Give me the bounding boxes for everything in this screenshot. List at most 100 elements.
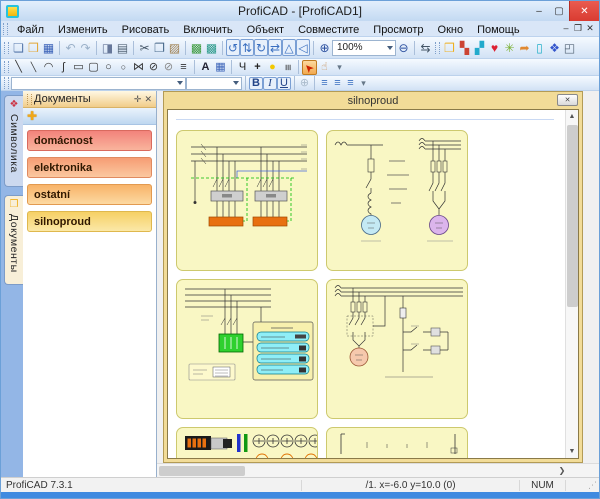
pin-icon[interactable]: ✛ — [134, 95, 142, 104]
toolbar-overflow-button[interactable]: ▾ — [357, 77, 370, 90]
mdi-horizontal-scrollbar[interactable]: ❯ — [157, 463, 599, 477]
paste-button[interactable]: ▨ — [167, 39, 182, 56]
zoom-out-button[interactable]: ⊖ — [396, 39, 411, 56]
menu-item-edit[interactable]: Изменить — [51, 24, 115, 36]
schematic-page-5[interactable] — [176, 427, 318, 459]
rotate-90-button[interactable]: ⇄ — [268, 39, 282, 56]
page-settings-button[interactable]: ⇆ — [418, 39, 433, 56]
scroll-up-icon[interactable]: ▲ — [566, 110, 578, 123]
wiring-button[interactable]: ▞ — [472, 39, 487, 56]
style-picker-button[interactable]: ⊕ — [298, 77, 311, 90]
child-window-title-bar[interactable]: silnoproud ✕ — [164, 92, 582, 109]
minimize-button[interactable]: – — [529, 1, 549, 21]
mirror-button[interactable]: ◁ — [296, 39, 310, 56]
font-family-combo[interactable] — [11, 77, 186, 90]
toolbar-grip[interactable] — [4, 42, 9, 54]
menu-item-help[interactable]: Помощь — [470, 24, 527, 36]
schematic-page-6[interactable] — [326, 427, 468, 459]
toolbar-overflow-button[interactable]: ▾ — [332, 60, 347, 75]
menu-item-view[interactable]: Просмотр — [366, 24, 430, 36]
netlist-button[interactable]: ▚ — [457, 39, 472, 56]
dropdown-caret-icon[interactable] — [387, 46, 393, 50]
italic-button[interactable]: I — [263, 77, 277, 90]
document-category-domácnost[interactable]: domácnost — [27, 130, 152, 151]
horizontal-scroll-thumb[interactable] — [159, 466, 245, 476]
flip-vertical-button[interactable]: ⇅ — [240, 39, 254, 56]
underline-button[interactable]: U — [277, 77, 291, 90]
menu-item-object[interactable]: Объект — [240, 24, 291, 36]
vertical-scroll-thumb[interactable] — [567, 125, 578, 307]
print-preview-button[interactable]: ◨ — [100, 39, 115, 56]
add-document-button[interactable]: ✚ — [27, 110, 37, 122]
menu-item-align[interactable]: Совместите — [291, 24, 366, 36]
undo-button[interactable]: ↶ — [63, 39, 78, 56]
zoom-level-combo[interactable]: 100% — [332, 40, 396, 56]
zoom-in-button[interactable]: ⊕ — [317, 39, 332, 56]
favorites-button[interactable]: ♥ — [487, 39, 502, 56]
document-category-ostatní[interactable]: ostatní — [27, 184, 152, 205]
child-window-close-button[interactable]: ✕ — [557, 94, 578, 106]
pan-tool-button[interactable]: ☝ — [317, 60, 332, 75]
hatch-tool-button[interactable]: ≡ — [176, 60, 191, 75]
export-image-button[interactable]: ▩ — [189, 39, 204, 56]
schematic-page-1[interactable] — [176, 130, 318, 271]
menubar-grip[interactable] — [3, 23, 8, 35]
redo-button[interactable]: ↷ — [78, 39, 93, 56]
maximize-button[interactable]: ▢ — [549, 1, 569, 21]
title-block-button[interactable]: ◰ — [562, 39, 577, 56]
menu-item-file[interactable]: Файл — [10, 24, 51, 36]
scroll-down-icon[interactable]: ▼ — [566, 445, 578, 458]
child-restore-button[interactable]: ❐ — [572, 23, 584, 34]
resize-grip[interactable]: ⋰ — [565, 480, 599, 491]
no-outline-tool-button[interactable]: ⊘ — [161, 60, 176, 75]
flip-horizontal-button[interactable]: △ — [282, 39, 296, 56]
export-button[interactable]: ➦ — [517, 39, 532, 56]
child-minimize-button[interactable]: – — [560, 23, 572, 34]
dropdown-caret-icon[interactable] — [233, 81, 239, 85]
schematic-page-4[interactable] — [326, 279, 468, 419]
cut-button[interactable]: ✂ — [137, 39, 152, 56]
line-tool-button[interactable]: ╲ — [11, 60, 26, 75]
polyline-tool-button[interactable]: ╲ — [26, 60, 41, 75]
panel-grip[interactable] — [27, 94, 32, 105]
child-window-silnoproud[interactable]: silnoproud ✕ — [163, 91, 583, 463]
panel-close-icon[interactable]: ✕ — [144, 95, 152, 104]
symbols-browser-button[interactable]: ✳ — [502, 39, 517, 56]
ellipse-tool-button[interactable]: ○ — [101, 60, 116, 75]
image-tool-button[interactable]: ▦ — [213, 60, 228, 75]
title-bar[interactable]: ProfiCAD - [ProfiCAD1] – ▢ ✕ — [1, 1, 599, 21]
rectangle-tool-button[interactable]: ▭ — [71, 60, 86, 75]
text-tool-button[interactable]: A — [198, 60, 213, 75]
schematic-page-3[interactable] — [176, 279, 318, 419]
tab-symbols[interactable]: ❖ Символика — [4, 95, 23, 187]
menu-item-draw[interactable]: Рисовать — [115, 24, 177, 36]
wire-number-tool-button[interactable]: ≡ — [280, 60, 295, 75]
toolbar-grip[interactable] — [4, 61, 9, 73]
rotate-left-button[interactable]: ↺ — [226, 39, 240, 56]
align-left-button[interactable]: ≡ — [318, 77, 331, 90]
node-tool-button[interactable]: ● — [265, 60, 280, 75]
font-size-combo[interactable] — [186, 77, 242, 90]
close-button[interactable]: ✕ — [569, 1, 599, 21]
scroll-right-icon[interactable]: ❯ — [555, 464, 569, 477]
document-category-silnoproud[interactable]: silnoproud — [27, 211, 152, 232]
circle-tool-button[interactable]: ○ — [116, 60, 131, 75]
print-button[interactable]: ▤ — [115, 39, 130, 56]
rounded-rectangle-tool-button[interactable]: ▢ — [86, 60, 101, 75]
arc-tool-button[interactable]: ◠ — [41, 60, 56, 75]
rotate-right-button[interactable]: ↻ — [254, 39, 268, 56]
open-document-button[interactable]: ❒ — [26, 39, 41, 56]
no-fill-tool-button[interactable]: ⊘ — [146, 60, 161, 75]
select-tool-button[interactable]: ➤ — [302, 60, 317, 75]
schematic-page-2[interactable] — [326, 130, 468, 271]
align-center-button[interactable]: ≡ — [331, 77, 344, 90]
insert-image-button[interactable]: ▩ — [204, 39, 219, 56]
junction-tool-button[interactable]: + — [250, 60, 265, 75]
tab-documents[interactable]: ❒ Документы — [4, 195, 23, 285]
toolbar-grip[interactable] — [4, 77, 9, 89]
layers-button[interactable]: ❖ — [547, 39, 562, 56]
menu-item-window[interactable]: Окно — [431, 24, 471, 36]
document-category-elektronika[interactable]: elektronika — [27, 157, 152, 178]
new-document-button[interactable]: ❏ — [11, 39, 26, 56]
clipboard-panel-button[interactable]: ▯ — [532, 39, 547, 56]
